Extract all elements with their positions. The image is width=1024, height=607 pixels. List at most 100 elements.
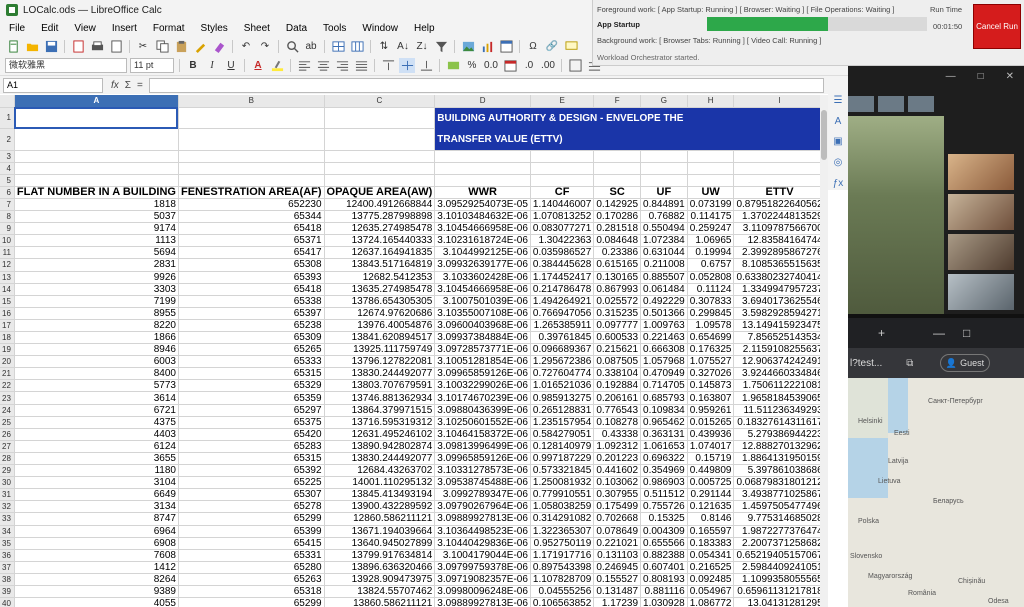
data-cell[interactable]: 4375: [14, 416, 179, 429]
data-cell[interactable]: 0.511512: [640, 488, 688, 502]
data-cell[interactable]: 13640.945027899: [324, 537, 436, 550]
menu-help[interactable]: Help: [406, 23, 443, 34]
cell[interactable]: [640, 162, 688, 175]
data-cell[interactable]: 3.1044992125E-06: [434, 246, 531, 260]
row-header[interactable]: 21: [0, 367, 15, 381]
data-cell[interactable]: 0.766947056: [530, 307, 595, 320]
new-icon[interactable]: [5, 39, 21, 54]
data-cell[interactable]: 0.176325: [687, 343, 735, 357]
cell[interactable]: [687, 162, 735, 175]
data-cell[interactable]: 0.214786478: [530, 283, 595, 296]
data-cell[interactable]: 0.291144: [687, 488, 735, 502]
data-cell[interactable]: 12860.586211121: [324, 512, 436, 526]
data-cell[interactable]: 0.19994: [687, 246, 735, 260]
data-cell[interactable]: 65280: [178, 561, 325, 574]
cell[interactable]: [178, 128, 325, 151]
cell[interactable]: [530, 174, 595, 187]
data-cell[interactable]: 13.04131281295: [733, 597, 820, 607]
data-cell[interactable]: 9389: [14, 585, 179, 599]
data-cell[interactable]: 0.776543: [593, 404, 642, 417]
cell[interactable]: [687, 174, 735, 187]
data-cell[interactable]: 65344: [178, 210, 325, 224]
functions-icon[interactable]: ƒx: [830, 177, 846, 190]
row-header[interactable]: 22: [0, 379, 15, 393]
data-cell[interactable]: 1.322365307: [530, 525, 595, 538]
data-cell[interactable]: 0.307955: [593, 488, 642, 502]
row-header[interactable]: 24: [0, 404, 15, 417]
data-cell[interactable]: 9174: [14, 222, 179, 236]
data-cell[interactable]: 3655: [14, 452, 179, 466]
data-cell[interactable]: 0.363131: [640, 428, 688, 441]
data-cell[interactable]: 65263: [178, 573, 325, 586]
data-cell[interactable]: 13925.111759749: [324, 343, 436, 357]
header-uf[interactable]: UF: [640, 186, 688, 199]
gallery-icon[interactable]: ▣: [830, 136, 846, 149]
data-cell[interactable]: 65299: [178, 512, 325, 526]
data-cell[interactable]: 0.163807: [687, 391, 735, 405]
data-cell[interactable]: 0.65961131217818: [733, 585, 820, 599]
data-cell[interactable]: 13786.654305305: [324, 295, 436, 308]
data-cell[interactable]: 0.15719: [687, 452, 735, 466]
data-cell[interactable]: 0.808193: [640, 573, 688, 586]
data-cell[interactable]: 1.030928: [640, 597, 688, 607]
data-cell[interactable]: 0.084648: [593, 234, 642, 248]
data-cell[interactable]: 3.10250601552E-06: [434, 416, 531, 429]
cell-a1[interactable]: [14, 107, 179, 130]
header-wwr[interactable]: WWR: [434, 186, 531, 199]
align-right-icon[interactable]: [334, 58, 350, 73]
data-cell[interactable]: 13890.942802874: [324, 440, 436, 453]
cell[interactable]: [324, 128, 436, 151]
data-cell[interactable]: 13864.379971515: [324, 404, 436, 417]
data-cell[interactable]: 12631.495246102: [324, 428, 436, 441]
data-cell[interactable]: 0.584279051: [530, 428, 595, 441]
data-cell[interactable]: 3.09719082357E-06: [434, 573, 531, 586]
data-cell[interactable]: 3.09965859126E-06: [434, 452, 531, 466]
data-cell[interactable]: 13860.586211121: [324, 597, 436, 607]
data-cell[interactable]: 1.070813252: [530, 210, 595, 224]
data-cell[interactable]: 3104: [14, 476, 179, 490]
data-cell[interactable]: 3.10454666958E-06: [434, 222, 531, 236]
participant-video[interactable]: [948, 194, 1014, 230]
column-header-c[interactable]: C: [324, 95, 436, 108]
data-cell[interactable]: 0.615165: [593, 258, 642, 272]
paste-icon[interactable]: [173, 39, 189, 54]
row-header[interactable]: 33: [0, 512, 15, 526]
data-cell[interactable]: 65308: [178, 258, 325, 272]
menu-styles[interactable]: Styles: [193, 23, 236, 34]
data-cell[interactable]: 8.1085365515635: [733, 258, 820, 272]
row-header[interactable]: 3: [0, 150, 15, 163]
data-cell[interactable]: 3.6940173625546: [733, 295, 820, 308]
cell[interactable]: [733, 162, 820, 175]
data-cell[interactable]: 3.09937384884E-06: [434, 331, 531, 345]
properties-icon[interactable]: ☰: [830, 94, 846, 107]
data-cell[interactable]: 2.3992895867276: [733, 246, 820, 260]
data-cell[interactable]: 0.06879831801212: [733, 476, 820, 490]
data-cell[interactable]: 6721: [14, 404, 179, 417]
data-cell[interactable]: 65418: [178, 222, 325, 236]
cell[interactable]: [593, 174, 642, 187]
data-cell[interactable]: 65417: [178, 246, 325, 260]
data-cell[interactable]: 0.096689367: [530, 343, 595, 357]
data-cell[interactable]: 3.09600403968E-06: [434, 319, 531, 333]
row-header[interactable]: 14: [0, 283, 15, 296]
data-cell[interactable]: 0.600533: [593, 331, 642, 345]
data-cell[interactable]: 0.959261: [687, 404, 735, 417]
column-header-b[interactable]: B: [178, 95, 325, 108]
header-flat-number[interactable]: FLAT NUMBER IN A BUILDING: [14, 186, 179, 199]
data-cell[interactable]: 65359: [178, 391, 325, 405]
data-cell[interactable]: 0.315235: [593, 307, 642, 320]
row-header[interactable]: 18: [0, 331, 15, 345]
align-left-icon[interactable]: [296, 58, 312, 73]
data-cell[interactable]: 0.631044: [640, 246, 688, 260]
cell[interactable]: [530, 150, 595, 163]
data-cell[interactable]: 11.511236349293: [733, 404, 820, 417]
data-cell[interactable]: 12.888270132962: [733, 440, 820, 453]
scrollbar-thumb[interactable]: [821, 110, 827, 160]
menu-format[interactable]: Format: [145, 23, 193, 34]
menu-sheet[interactable]: Sheet: [236, 23, 278, 34]
data-cell[interactable]: 0.130165: [593, 271, 642, 284]
cell[interactable]: [324, 162, 436, 175]
data-cell[interactable]: 65420: [178, 428, 325, 441]
vertical-scrollbar[interactable]: [820, 95, 828, 607]
row-header[interactable]: 5: [0, 174, 15, 187]
